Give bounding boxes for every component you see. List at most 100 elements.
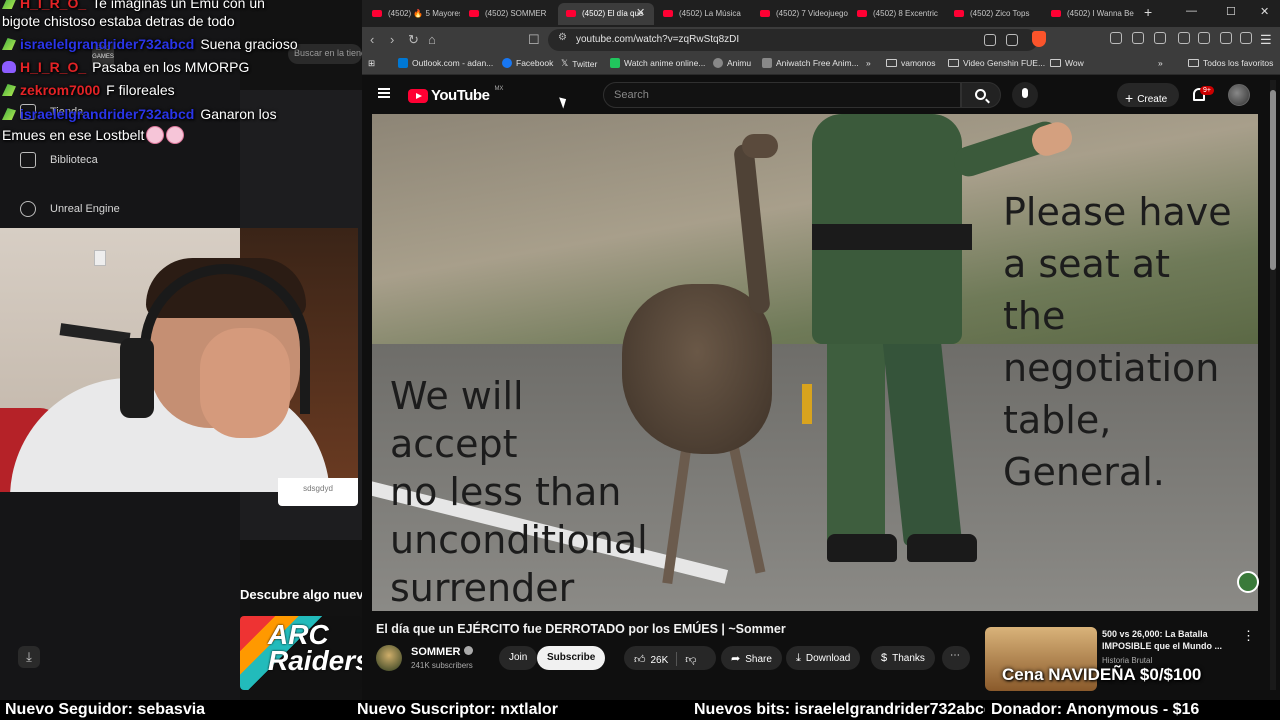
bookmark-item[interactable]: 𝕏 Twitter [561, 58, 597, 69]
brave-shield-icon[interactable] [1032, 31, 1046, 47]
tab-label: (4502) El día que [582, 9, 644, 18]
thanks-icon: $ [881, 652, 888, 664]
library-icon [20, 152, 36, 168]
aniwatch-icon [762, 58, 772, 68]
bookmark-icon[interactable]: ☐ [528, 32, 540, 48]
bookmark-item[interactable]: Outlook.com - adan... [398, 58, 493, 68]
unreal-icon [20, 201, 36, 217]
channel-avatar[interactable] [376, 645, 402, 671]
bookmark-item[interactable]: Facebook [502, 58, 553, 68]
tab-label: (4502) SOMMER [485, 9, 547, 18]
launcher-search-input[interactable]: Buscar en la tienda [288, 44, 362, 64]
ticker-subscriber: Nuevo Suscriptor: nxtlalor [357, 701, 558, 718]
channel-watermark-icon[interactable] [1237, 571, 1259, 593]
officer-boot [907, 534, 977, 562]
chat-username: H_I_R_O_ [20, 0, 87, 11]
share-button[interactable]: ➦ Share [721, 646, 782, 670]
bookmark-overflow-icon[interactable]: » [866, 58, 871, 68]
channel-name[interactable]: SOMMER [411, 646, 473, 658]
launcher-nav-library[interactable]: Biblioteca [20, 152, 98, 168]
bookmark-folder[interactable]: Video Genshin FUE... [948, 58, 1045, 68]
outlook-icon [398, 58, 408, 68]
search-button[interactable] [961, 82, 1001, 108]
browser-tab[interactable]: (4502) 7 Videojuegos [752, 3, 848, 25]
bookmark-more-icon[interactable]: » [1158, 58, 1163, 68]
bookmark-item[interactable]: Watch anime online... [610, 58, 705, 68]
chat-message: H_I_R_O_ Te imaginas un Emu con un [2, 0, 265, 12]
tab-label: (4502) I Wanna Be [1067, 9, 1134, 18]
browser-tab[interactable]: (4502) I Wanna Be [1043, 3, 1139, 25]
close-window-icon[interactable]: ✕ [1260, 5, 1269, 18]
address-bar[interactable]: ⚙ youtube.com/watch?v=zqRwStq8zDI [548, 29, 1038, 51]
browser-tab[interactable]: (4502) SOMMER [461, 3, 557, 25]
browser-tab[interactable]: (4502) La Música [655, 3, 751, 25]
recommended-title[interactable]: 500 vs 26,000: La Batalla IMPOSIBLE que … [1102, 628, 1232, 652]
more-actions-button[interactable]: ⋯ [942, 646, 970, 670]
all-bookmarks[interactable]: Todos los favoritos [1188, 58, 1273, 68]
voice-search-button[interactable] [1012, 82, 1038, 108]
account-avatar[interactable] [1228, 84, 1250, 106]
browser-tab[interactable]: (4502) 8 Excentric [849, 3, 945, 25]
scrollbar-thumb[interactable] [1270, 90, 1276, 270]
wallet-icon[interactable] [1220, 32, 1232, 44]
video-player[interactable]: We will accept no less than unconditiona… [372, 114, 1258, 611]
bookmark-item[interactable]: Aniwatch Free Anim... [762, 58, 859, 68]
extension-icon[interactable] [1132, 32, 1144, 44]
bookmark-folder[interactable]: vamonos [886, 58, 936, 68]
bookmark-label: Aniwatch Free Anim... [776, 58, 859, 68]
featured-game-title: ARC Raiders [268, 619, 362, 676]
youtube-play-icon [408, 88, 428, 103]
youtube-favicon-icon [372, 10, 382, 17]
close-tab-icon[interactable]: ✕ [636, 6, 645, 19]
apps-icon[interactable]: ⊞ [368, 58, 375, 69]
bookmark-folder[interactable]: Wow [1050, 58, 1084, 68]
share-page-icon[interactable] [1006, 34, 1018, 46]
tab-label: (4502) 8 Excentric [873, 9, 938, 18]
hamburger-menu-icon[interactable] [378, 88, 390, 98]
download-icon: ⤓ [796, 652, 801, 664]
like-count: 26K [650, 655, 669, 666]
join-button[interactable]: Join [499, 646, 538, 670]
featured-game-card[interactable]: ARC Raiders [240, 616, 362, 690]
vpn-icon[interactable] [1240, 32, 1252, 44]
webcam-tag: sdsgdyd [278, 478, 358, 506]
subscribe-button[interactable]: Subscribe [537, 646, 606, 670]
download-button[interactable]: ⤓ Download [786, 646, 861, 670]
chat-text: bigote chistoso estaba detras de todo [2, 13, 235, 29]
menu-icon[interactable]: ☰ [1260, 32, 1272, 48]
browser-tab[interactable]: (4502) 🔥 5 Mayores [364, 3, 460, 25]
recommended-more-icon[interactable]: ⋮ [1242, 628, 1255, 644]
forward-icon[interactable]: › [390, 32, 394, 47]
back-icon[interactable]: ‹ [370, 32, 374, 47]
reload-icon[interactable]: ↻ [408, 32, 419, 48]
youtube-search-input[interactable]: Search [603, 82, 961, 108]
bookmark-label: Wow [1065, 58, 1084, 68]
tab-label: (4502) 7 Videojuegos [776, 9, 848, 18]
thanks-button[interactable]: $ Thanks [871, 646, 935, 670]
home-icon[interactable]: ⌂ [428, 32, 436, 47]
launcher-nav-label: Unreal Engine [50, 203, 120, 215]
youtube-logo[interactable]: YouTube MX [408, 86, 503, 104]
new-tab-icon[interactable]: + [1144, 4, 1152, 20]
create-button[interactable]: + Create [1117, 83, 1179, 107]
subscriber-count: 241K subscribers [411, 661, 473, 670]
sidebar-icon[interactable] [1198, 32, 1210, 44]
launcher-nav-unreal[interactable]: Unreal Engine [20, 201, 120, 217]
youtube-wordmark: YouTube [431, 87, 490, 104]
browser-tab[interactable]: (4502) Zico Tops [946, 3, 1042, 25]
extension-icon[interactable] [1154, 32, 1166, 44]
notification-count-badge: 9+ [1200, 86, 1214, 95]
cast-icon[interactable] [984, 34, 996, 46]
create-label: Create [1137, 94, 1168, 105]
download-icon[interactable]: ⤓ [18, 646, 40, 668]
maximize-icon[interactable]: ☐ [1226, 5, 1236, 18]
share-icon: ➦ [731, 653, 741, 665]
folder-icon [886, 59, 897, 67]
extension-icon[interactable] [1110, 32, 1122, 44]
like-dislike-group[interactable]: 👍︎ 26K 👎︎ [624, 646, 716, 670]
minimize-icon[interactable]: — [1186, 5, 1197, 17]
bookmark-item[interactable]: Animu [713, 58, 751, 68]
site-info-icon[interactable]: ⚙ [558, 32, 567, 43]
music-icon[interactable] [1178, 32, 1190, 44]
officer-boot [827, 534, 897, 562]
